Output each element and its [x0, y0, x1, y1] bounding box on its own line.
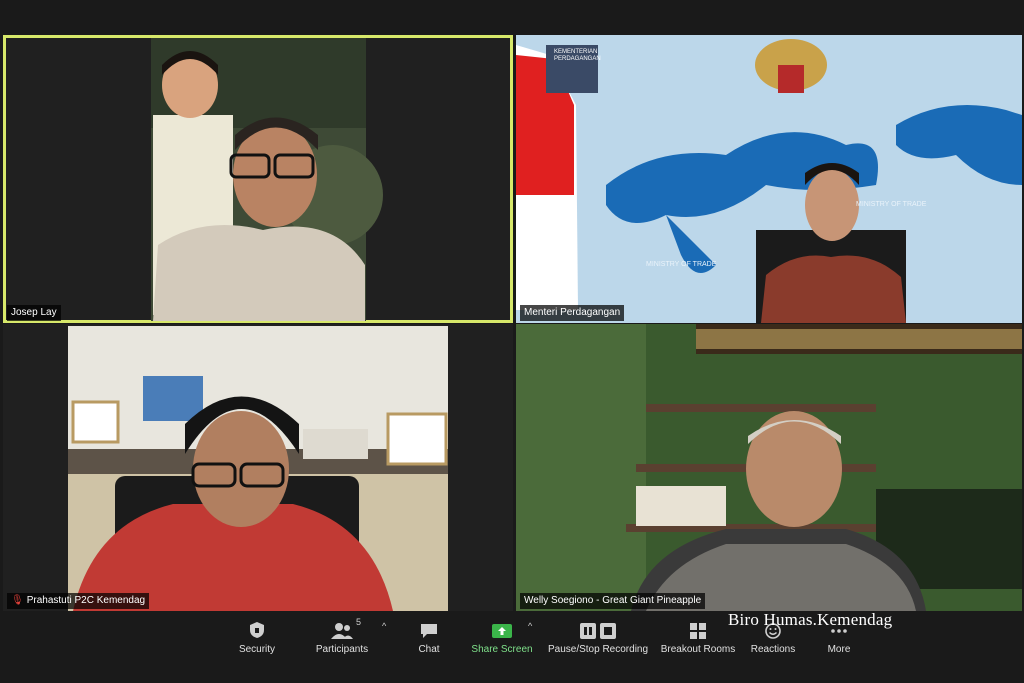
share-screen-button[interactable]: Share Screen	[470, 611, 534, 659]
stop-icon	[600, 623, 616, 639]
security-button[interactable]: Security	[232, 611, 282, 659]
video-feed	[516, 324, 1022, 611]
breakout-rooms-icon	[690, 623, 706, 639]
participants-icon	[331, 623, 353, 639]
participants-chevron-up-icon[interactable]: ^	[382, 621, 386, 631]
breakout-rooms-button[interactable]: Breakout Rooms	[660, 611, 736, 659]
video-tile-josep-lay[interactable]: Josep Lay	[3, 35, 513, 323]
shield-icon	[250, 622, 264, 638]
pause-icon	[580, 623, 596, 639]
backdrop-trade-text-2: MINISTRY OF TRADE	[646, 261, 717, 268]
pause-stop-recording-button[interactable]: Pause/Stop Recording	[548, 611, 648, 659]
chat-button[interactable]: Chat	[410, 611, 448, 659]
backdrop-text: KEMENTERIAN PERDAGANGAN	[554, 49, 601, 62]
video-tile-welly-soegiono[interactable]: Welly Soegiono - Great Giant Pineapple	[516, 324, 1022, 611]
video-feed	[516, 35, 1022, 323]
video-tile-menteri-perdagangan[interactable]: KEMENTERIAN PERDAGANGAN MINISTRY OF TRAD…	[516, 35, 1022, 323]
watermark-text: Biro Humas.Kemendag	[728, 610, 893, 629]
mic-muted-icon: 🎙	[11, 595, 24, 606]
participant-name-label: 🎙 Prahastuti P2C Kemendag	[7, 593, 150, 609]
participant-name-label: Welly Soegiono - Great Giant Pineapple	[520, 593, 706, 609]
video-tile-prahastuti[interactable]: 🎙 Prahastuti P2C Kemendag	[3, 324, 513, 611]
participants-count-badge: 5	[356, 617, 362, 627]
share-chevron-up-icon[interactable]: ^	[528, 621, 532, 631]
share-screen-icon	[492, 624, 512, 638]
video-feed	[68, 326, 448, 611]
participant-name-label: Josep Lay	[7, 305, 61, 321]
chat-icon	[421, 624, 437, 638]
video-feed	[151, 38, 383, 321]
participants-button[interactable]: Participants 5	[312, 611, 372, 659]
participant-name-label: Menteri Perdagangan	[520, 305, 625, 321]
backdrop-trade-text: MINISTRY OF TRADE	[856, 201, 927, 208]
